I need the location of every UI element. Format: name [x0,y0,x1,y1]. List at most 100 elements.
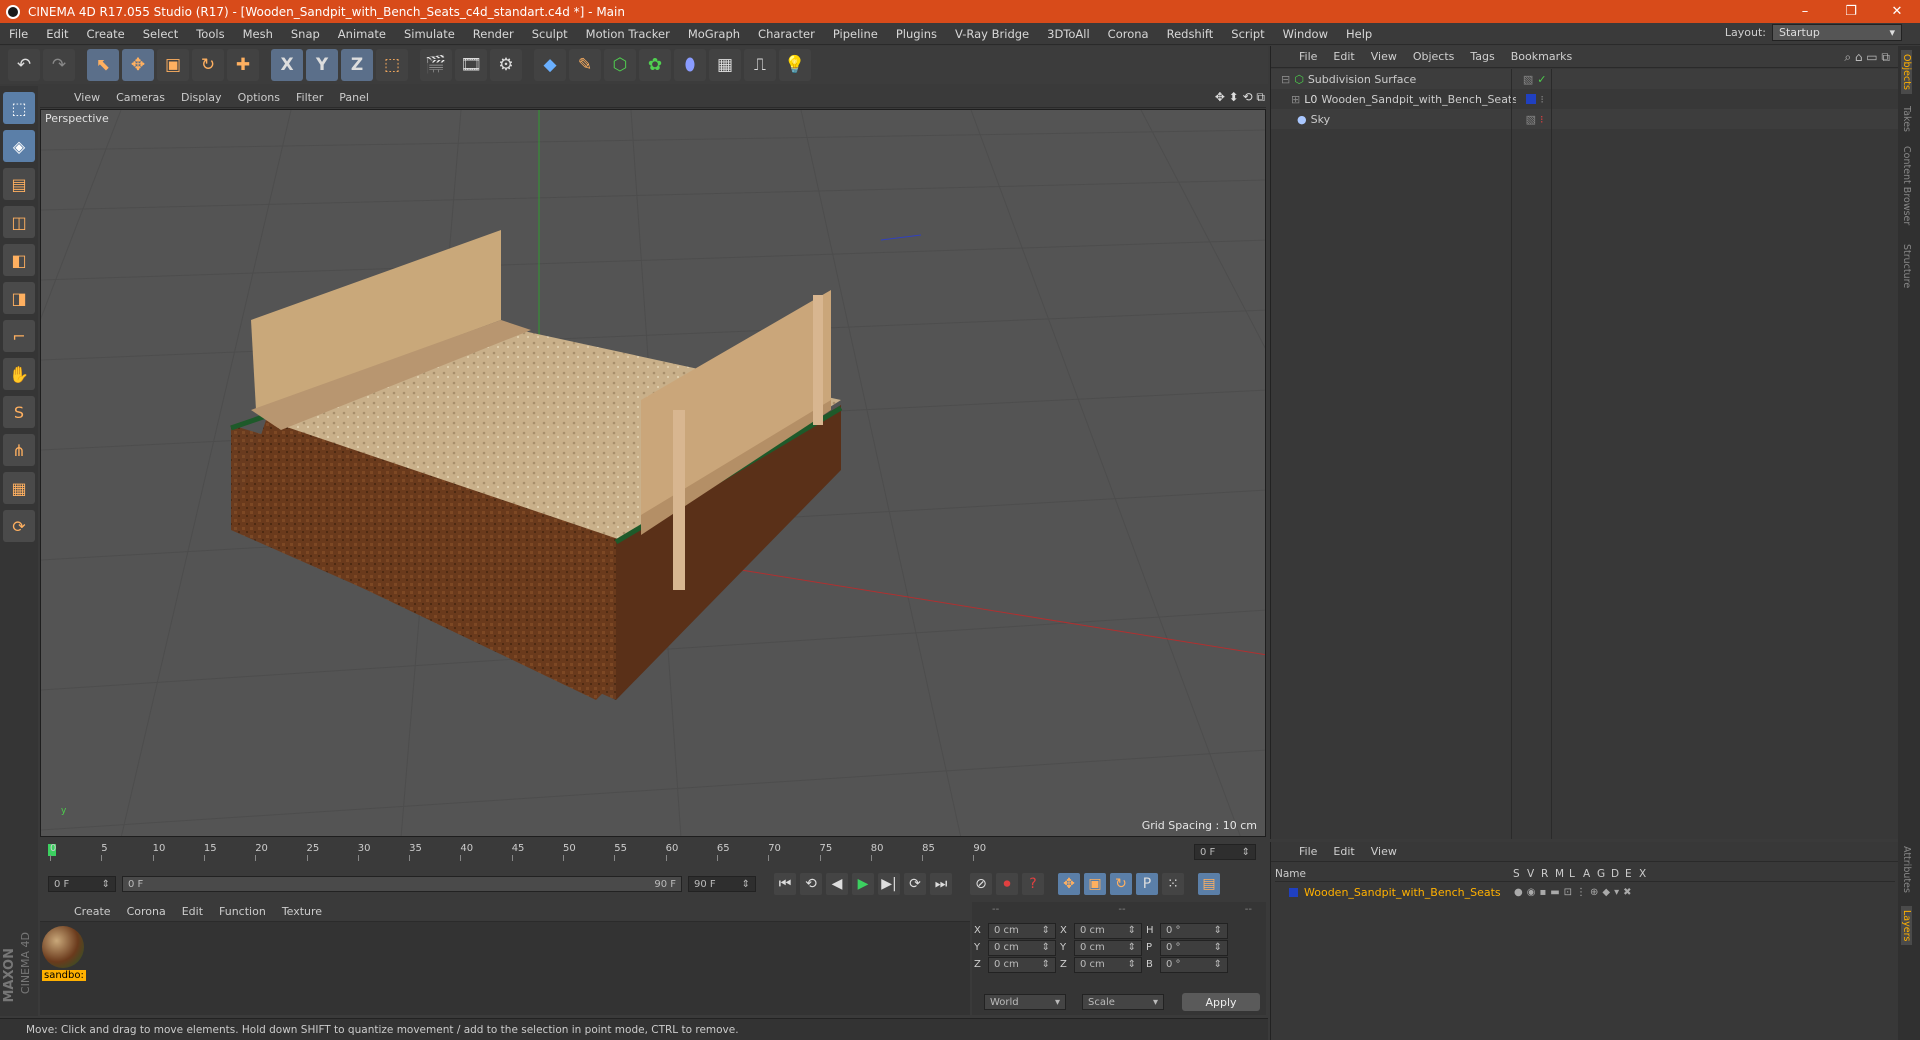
snapping-button[interactable]: S [3,396,35,428]
tab-objects[interactable]: Objects [1901,50,1912,94]
key-pla-button[interactable]: ⁙ [1162,873,1184,895]
array-button[interactable]: ✿ [639,49,671,81]
size-mode-dropdown[interactable]: Scale ▾ [1082,994,1164,1010]
key-parameter-button[interactable]: P [1136,873,1158,895]
object-menu-tags[interactable]: Tags [1462,50,1502,63]
record-button[interactable]: ⏺ [996,873,1018,895]
layer-menu-edit[interactable]: Edit [1325,845,1362,858]
play-button[interactable]: ▶ [852,873,874,895]
object-menu-objects[interactable]: Objects [1405,50,1463,63]
layout-dropdown[interactable]: Startup ▾ [1772,24,1902,41]
points-mode-button[interactable]: ◫ [3,206,35,238]
edges-mode-button[interactable]: ◧ [3,244,35,276]
object-row[interactable]: ⊞ L0 Wooden_Sandpit_with_Bench_Seats ⁝ [1271,89,1899,109]
close-button[interactable]: ✕ [1874,0,1920,23]
dots-icon[interactable]: ⁝ [1540,93,1544,106]
live-tool-button[interactable]: ✚ [227,49,259,81]
current-frame-field[interactable]: 0 F ⇕ [1194,844,1256,860]
render-picture-viewer-button[interactable]: 🎞 [455,49,487,81]
deformer-button[interactable]: ⬮ [674,49,706,81]
coord-value-field[interactable]: 0 cm ⇕ [1074,922,1142,939]
floor-button[interactable]: ▦ [709,49,741,81]
object-manager-toolbar-icons[interactable]: ⌕ ⌂ ▭ ⧉ [1844,50,1890,65]
menu-animate[interactable]: Animate [329,27,395,41]
dots-icon[interactable]: ⁝ [1540,113,1544,126]
tab-structure[interactable]: Structure [1901,244,1912,288]
timeline[interactable]: 0 5 10 15 20 25 30 35 40 45 50 55 60 65 70 75 80 85 90 0 F… [40,841,1266,863]
menu-v-ray-bridge[interactable]: V-Ray Bridge [946,27,1038,41]
axis-mode-button[interactable]: ⌐ [3,320,35,352]
object-row[interactable]: ⊟ ⬡ Subdivision Surface ▧ ✓ [1271,69,1899,89]
object-menu-edit[interactable]: Edit [1325,50,1362,63]
layer-flag-icons[interactable]: ●◉▪▬⊡⋮⊕◆▾✖ [1514,887,1636,898]
object-menu-view[interactable]: View [1363,50,1405,63]
light-button[interactable]: 💡 [779,49,811,81]
rotate-tool-button[interactable]: ↻ [192,49,224,81]
scale-tool-button[interactable]: ▣ [157,49,189,81]
workplane-mode-button[interactable]: ▤ [3,168,35,200]
visibility-icon[interactable]: ▧ [1523,73,1533,86]
layer-menu-view[interactable]: View [1363,845,1405,858]
viewport-menu-filter[interactable]: Filter [288,91,331,104]
menu-window[interactable]: Window [1274,27,1337,41]
model-mode-button[interactable]: ⬚ [3,92,35,124]
tab-takes[interactable]: Takes [1901,106,1912,132]
tweak-mode-button[interactable]: ✋ [3,358,35,390]
select-tool-button[interactable]: ⬉ [87,49,119,81]
menu-select[interactable]: Select [134,27,187,41]
previous-key-button[interactable]: ⟲ [800,873,822,895]
next-frame-button[interactable]: ▶| [878,873,900,895]
key-scale-button[interactable]: ▣ [1084,873,1106,895]
material-name[interactable]: sandbo: [42,970,86,981]
material-menu-function[interactable]: Function [211,905,274,918]
render-view-button[interactable]: 🎬 [420,49,452,81]
end-frame-field[interactable]: 90 F ⇕ [688,876,756,892]
undo-button[interactable]: ↶ [8,49,40,81]
camera-button[interactable]: ⎍ [744,49,776,81]
object-row[interactable]: ● Sky ▧ ⁝ [1271,109,1899,129]
menu-simulate[interactable]: Simulate [395,27,464,41]
menu-tools[interactable]: Tools [187,27,233,41]
coord-value-field[interactable]: 0 cm ⇕ [1074,939,1142,956]
menu-pipeline[interactable]: Pipeline [824,27,887,41]
layer-row[interactable]: Wooden_Sandpit_with_Bench_Seats ●◉▪▬⊡⋮⊕◆… [1275,884,1895,900]
menu-render[interactable]: Render [464,27,523,41]
redo-button[interactable]: ↷ [43,49,75,81]
menu-mesh[interactable]: Mesh [234,27,282,41]
menu-edit[interactable]: Edit [37,27,77,41]
tab-attributes[interactable]: Attributes [1901,846,1912,893]
menu-script[interactable]: Script [1222,27,1273,41]
menu-plugins[interactable]: Plugins [887,27,946,41]
move-tool-button[interactable]: ✥ [122,49,154,81]
workplane-snap-button[interactable]: ⋔ [3,434,35,466]
go-to-start-button[interactable]: ⏮ [774,873,796,895]
viewport-menu-display[interactable]: Display [173,91,230,104]
start-frame-field[interactable]: 0 F ⇕ [48,876,116,892]
z-axis-button[interactable]: Z [341,49,373,81]
menu-redshift[interactable]: Redshift [1158,27,1223,41]
material-menu-edit[interactable]: Edit [174,905,211,918]
frame-range-slider[interactable]: 0 F 90 F [122,876,682,892]
menu-3dtoall[interactable]: 3DToAll [1038,27,1099,41]
coord-value-field[interactable]: 0 cm ⇕ [988,922,1056,939]
coord-value-field[interactable]: 0 ° ⇕ [1160,956,1228,973]
viewport-perspective[interactable]: Perspective y Grid Spacing : 10 cm [40,109,1266,837]
menu-character[interactable]: Character [749,27,824,41]
apply-button[interactable]: Apply [1182,993,1260,1011]
layer-menu-file[interactable]: File [1291,845,1325,858]
coord-mode-dropdown[interactable]: World ▾ [984,994,1066,1010]
enabled-check-icon[interactable]: ✓ [1537,73,1546,86]
viewport-navigation-icons[interactable]: ✥ ⬍ ⟲ ⧉ [1215,90,1265,105]
coordinate-system-button[interactable]: ⬚ [376,49,408,81]
menu-corona[interactable]: Corona [1099,27,1158,41]
viewport-solo-button[interactable]: ⟳ [3,510,35,542]
autokey-button[interactable]: ? [1022,873,1044,895]
material-menu-texture[interactable]: Texture [274,905,330,918]
keyframe-selection-button[interactable]: ⊘ [970,873,992,895]
menu-snap[interactable]: Snap [282,27,329,41]
coord-value-field[interactable]: 0 ° ⇕ [1160,922,1228,939]
menu-mograph[interactable]: MoGraph [679,27,749,41]
timeline-layout-button[interactable]: ▤ [1198,873,1220,895]
menu-motion-tracker[interactable]: Motion Tracker [577,27,679,41]
menu-help[interactable]: Help [1337,27,1381,41]
